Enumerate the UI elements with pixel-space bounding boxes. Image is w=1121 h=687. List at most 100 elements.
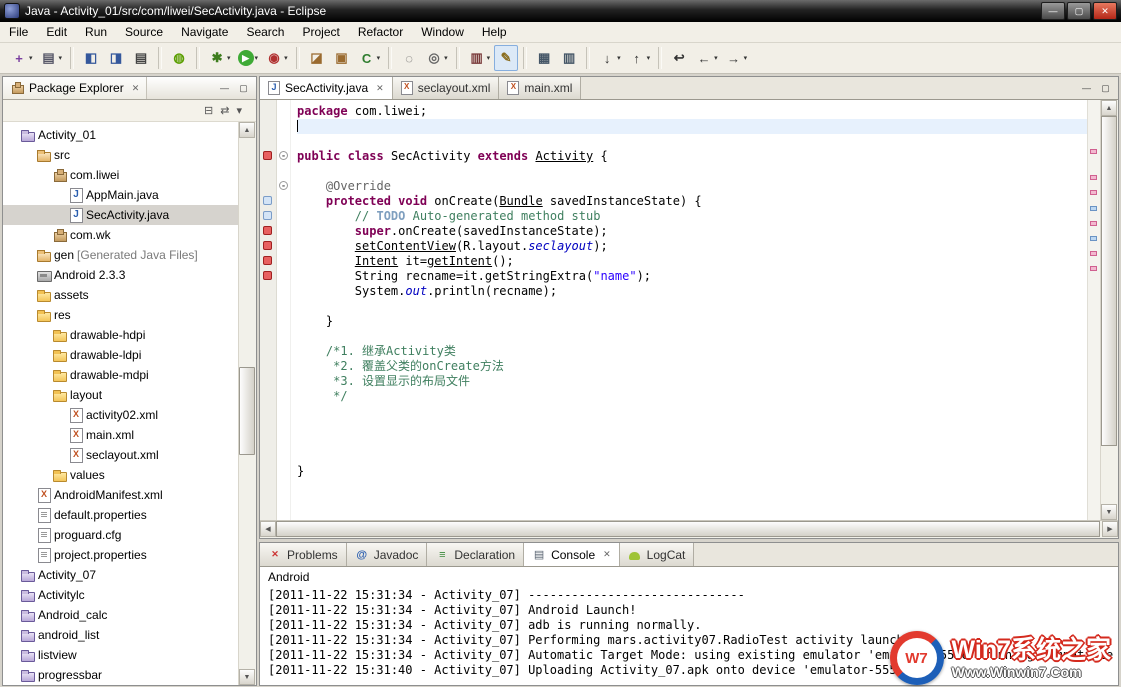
view-menu-icon[interactable]: ▾: [236, 104, 242, 117]
code-line[interactable]: System.out.println(recname);: [297, 284, 1087, 299]
pink-overview-marker[interactable]: [1090, 190, 1097, 195]
open-type-button[interactable]: ◌: [397, 45, 421, 71]
tree-scroll-thumb[interactable]: [239, 367, 255, 455]
tree-item-default-properties[interactable]: default.properties: [3, 505, 256, 525]
new-package-button[interactable]: ▣: [330, 45, 354, 71]
collapse-arrow-icon[interactable]: [41, 390, 50, 399]
code-line[interactable]: /*1. 继承Activity类: [297, 344, 1087, 359]
fold-collapse-icon[interactable]: -: [279, 151, 288, 160]
view-tab-problems[interactable]: Problems: [260, 543, 347, 566]
tree-item-activity02-xml[interactable]: activity02.xml: [3, 405, 256, 425]
tree-item-main-xml[interactable]: main.xml: [3, 425, 256, 445]
blue-overview-marker[interactable]: [1090, 206, 1097, 211]
forward-button[interactable]: →▾: [722, 45, 751, 71]
toggle-mark-occurrences-button[interactable]: ✎: [494, 45, 518, 71]
menu-help[interactable]: Help: [473, 23, 516, 41]
tree-item-activity-01[interactable]: Activity_01: [3, 125, 256, 145]
forward-dropdown-icon[interactable]: ▾: [744, 54, 748, 62]
scroll-left-icon[interactable]: ◀: [260, 521, 276, 537]
code-line[interactable]: // TODO Auto-generated method stub: [297, 209, 1087, 224]
tree-item-proguard-cfg[interactable]: proguard.cfg: [3, 525, 256, 545]
pink-overview-marker[interactable]: [1090, 149, 1097, 154]
back-button[interactable]: ←▾: [692, 45, 721, 71]
collapse-arrow-icon[interactable]: [25, 310, 34, 319]
view-tab-logcat[interactable]: LogCat: [620, 543, 695, 566]
new-class-button[interactable]: C▾: [355, 45, 384, 71]
tree-item-src[interactable]: src: [3, 145, 256, 165]
coverage-button[interactable]: ▥▾: [465, 45, 494, 71]
tree-item-android-calc[interactable]: Android_calc: [3, 605, 256, 625]
code-line[interactable]: public class SecActivity extends Activit…: [297, 149, 1087, 164]
close-button[interactable]: ✕: [1093, 2, 1117, 20]
code-line[interactable]: [297, 449, 1087, 464]
tree-item-values[interactable]: values: [3, 465, 256, 485]
save-button[interactable]: ◧: [79, 45, 103, 71]
collapse-arrow-icon[interactable]: [41, 170, 50, 179]
close-tab-icon[interactable]: ✕: [376, 83, 384, 94]
menu-window[interactable]: Window: [412, 23, 473, 41]
view-tab-console[interactable]: Console✕: [524, 543, 620, 566]
new-class-dropdown-icon[interactable]: ▾: [377, 54, 381, 62]
coverage-dropdown-icon[interactable]: ▾: [487, 54, 491, 62]
editor-tab-main-xml[interactable]: main.xml: [499, 77, 581, 99]
code-line[interactable]: package com.liwei;: [297, 104, 1087, 119]
menu-source[interactable]: Source: [116, 23, 172, 41]
red-marker-icon[interactable]: [263, 271, 272, 280]
code-line[interactable]: [297, 329, 1087, 344]
previous-annotation-button[interactable]: ↑▾: [625, 45, 654, 71]
tree-item-android-list[interactable]: android_list: [3, 625, 256, 645]
code-line[interactable]: }: [297, 314, 1087, 329]
code-line[interactable]: [297, 419, 1087, 434]
code-line[interactable]: [297, 434, 1087, 449]
tree-item-android-2-3-3[interactable]: Android 2.3.3: [3, 265, 256, 285]
new-java-project-button[interactable]: ◪: [305, 45, 329, 71]
menu-project[interactable]: Project: [293, 23, 348, 41]
menu-navigate[interactable]: Navigate: [172, 23, 237, 41]
menu-search[interactable]: Search: [237, 23, 293, 41]
minimize-button[interactable]: —: [1041, 2, 1065, 20]
new-wizard-dropdown-icon[interactable]: ▾: [29, 54, 33, 62]
search-dropdown-icon[interactable]: ▾: [444, 54, 448, 62]
package-explorer-tab[interactable]: Package Explorer ✕: [3, 77, 147, 99]
tree-item-listview[interactable]: listview: [3, 645, 256, 665]
code-line[interactable]: @Override: [297, 179, 1087, 194]
code-area[interactable]: package com.liwei; public class SecActivi…: [291, 100, 1087, 520]
tree-item-drawable-hdpi[interactable]: drawable-hdpi: [3, 325, 256, 345]
red-marker-icon[interactable]: [263, 226, 272, 235]
previous-annotation-dropdown-icon[interactable]: ▾: [647, 54, 651, 62]
code-line[interactable]: String recname=it.getStringExtra("name")…: [297, 269, 1087, 284]
code-line[interactable]: *3. 设置显示的布局文件: [297, 374, 1087, 389]
blue-overview-marker[interactable]: [1090, 236, 1097, 241]
minimize-view-button[interactable]: —: [216, 81, 233, 96]
code-line[interactable]: super.onCreate(savedInstanceState);: [297, 224, 1087, 239]
code-line[interactable]: protected void onCreate(Bundle savedInst…: [297, 194, 1087, 209]
maximize-button[interactable]: ▢: [1067, 2, 1091, 20]
code-line[interactable]: [297, 119, 1087, 134]
maximize-editor-button[interactable]: ▢: [1097, 81, 1114, 96]
new-menu-dropdown-icon[interactable]: ▾: [59, 54, 63, 62]
search-button[interactable]: ◎▾: [422, 45, 451, 71]
pink-overview-marker[interactable]: [1090, 251, 1097, 256]
tree-item-appmain-java[interactable]: AppMain.java: [3, 185, 256, 205]
code-line[interactable]: [297, 404, 1087, 419]
red-marker-icon[interactable]: [263, 151, 272, 160]
collapse-arrow-icon[interactable]: [9, 130, 18, 139]
close-view-icon[interactable]: ✕: [132, 83, 140, 94]
tree-item-drawable-mdpi[interactable]: drawable-mdpi: [3, 365, 256, 385]
show-view-columns-button[interactable]: ▥: [557, 45, 581, 71]
code-line[interactable]: [297, 134, 1087, 149]
scroll-down-icon[interactable]: ▼: [239, 669, 255, 685]
android-sdk-manager-button[interactable]: ◍: [167, 45, 191, 71]
tree-item-activitylc[interactable]: Activitylc: [3, 585, 256, 605]
code-line[interactable]: */: [297, 389, 1087, 404]
tree-item-androidmanifest-xml[interactable]: AndroidManifest.xml: [3, 485, 256, 505]
menu-refactor[interactable]: Refactor: [349, 23, 412, 41]
external-tools-button[interactable]: ◉▾: [262, 45, 291, 71]
scroll-down-icon[interactable]: ▼: [1101, 504, 1117, 520]
code-line[interactable]: setContentView(R.layout.seclayout);: [297, 239, 1087, 254]
show-view-table-button[interactable]: ▦: [532, 45, 556, 71]
new-wizard-button[interactable]: +▾: [7, 45, 36, 71]
fold-collapse-icon[interactable]: -: [279, 181, 288, 190]
run-dropdown-icon[interactable]: ▾: [255, 54, 259, 62]
code-line[interactable]: }: [297, 464, 1087, 479]
